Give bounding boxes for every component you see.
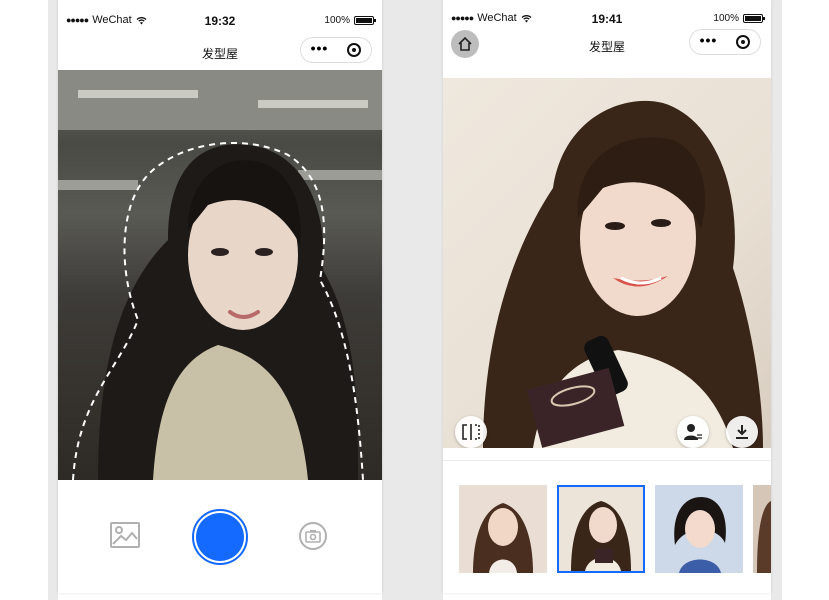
camera-preview-image (58, 70, 382, 480)
camera-toolbar (58, 480, 382, 593)
mini-program-capsule: ••• (300, 37, 372, 63)
result-photo (443, 78, 771, 448)
background-gutter (48, 0, 58, 600)
hairstyle-thumbnail[interactable] (753, 485, 771, 573)
status-bar: ●●●●● WeChat 19:41 100% (443, 10, 771, 28)
download-button[interactable] (726, 416, 758, 448)
thumbnail-image (559, 487, 643, 571)
mini-program-capsule: ••• (689, 29, 761, 55)
target-icon[interactable] (347, 43, 362, 57)
hairstyle-thumbnail[interactable] (459, 485, 547, 573)
shutter-button[interactable] (192, 509, 248, 565)
background-gutter (382, 0, 443, 600)
camera-switch-icon[interactable] (298, 521, 328, 551)
swap-face-button[interactable] (677, 416, 709, 448)
battery-percent: 100% (324, 15, 350, 26)
camera-screen: ●●●●● WeChat 19:32 100% 发型屋 ••• (58, 0, 382, 593)
battery-icon (743, 14, 765, 23)
background-gutter (771, 0, 782, 600)
battery-icon (354, 16, 376, 25)
download-icon (736, 425, 748, 439)
battery-percent: 100% (713, 13, 739, 24)
thumbnail-image (753, 485, 771, 573)
more-dots-icon[interactable]: ••• (311, 40, 329, 56)
hairstyle-thumbnail-selected[interactable] (557, 485, 645, 573)
shutter-core (196, 513, 244, 561)
person-swap-icon (684, 424, 702, 440)
compare-button[interactable] (455, 416, 487, 448)
more-dots-icon[interactable]: ••• (700, 32, 718, 48)
hairstyle-thumbnails (443, 460, 771, 593)
camera-preview (58, 70, 382, 480)
image-icon[interactable] (110, 522, 140, 548)
result-photo-image (483, 100, 763, 448)
result-screen: ●●●●● WeChat 19:41 100% 发型屋 ••• (443, 0, 771, 593)
hairstyle-thumbnail[interactable] (655, 485, 743, 573)
status-bar: ●●●●● WeChat 19:32 100% (58, 12, 382, 30)
target-icon[interactable] (736, 35, 751, 49)
compare-split-icon (462, 424, 480, 440)
thumbnail-image (655, 485, 743, 573)
thumbnail-image (459, 485, 547, 573)
